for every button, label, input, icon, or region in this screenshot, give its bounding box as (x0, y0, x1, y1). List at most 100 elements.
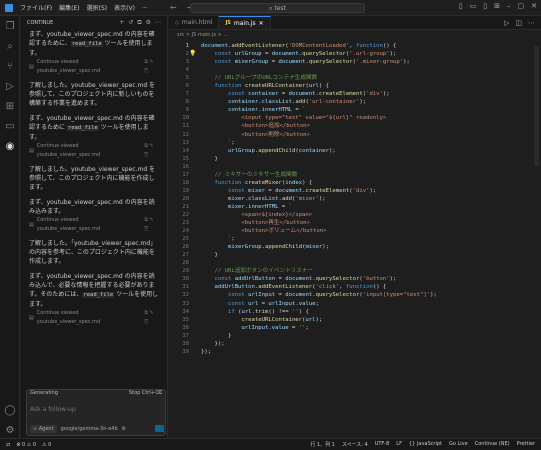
layout-sidebar-icon[interactable]: ▯ (483, 2, 487, 10)
menu-file[interactable]: ファイル(F) (20, 3, 52, 12)
stop-button[interactable]: Stop Ctrl+⌫ (129, 390, 162, 398)
code-line[interactable]: 23 <button>再生</button> (169, 219, 541, 227)
warnings-indicator[interactable]: ⚠ 0 (42, 442, 51, 448)
tab-main-js[interactable]: JS main.js ✕ (219, 16, 271, 29)
code-line[interactable]: 6 function createURLContainer(url) { (169, 82, 541, 90)
code-line[interactable]: 8 container.classList.add('url-container… (169, 98, 541, 106)
status-item[interactable]: LF (396, 441, 402, 448)
viewed-file-row[interactable]: ▤ Continue viewed youtube_viewer_spec.md ⧉… (29, 143, 159, 158)
agent-mode-chip[interactable]: ∞ Agent (30, 424, 57, 433)
code-line[interactable]: 32 const urlInput = document.querySelect… (169, 291, 541, 299)
remote-explorer-icon[interactable]: ▭ (0, 116, 20, 136)
code-line[interactable]: 2 💡 const urlGroup = document.querySelect… (169, 50, 541, 58)
code-line[interactable]: 11 <button>追加</button> (169, 122, 541, 130)
back-arrow-icon[interactable]: ← (170, 3, 177, 12)
layout-toggle-icon[interactable]: ▯ (459, 2, 463, 10)
remote-indicator[interactable]: ⇄ (6, 442, 10, 448)
code-line[interactable]: 36 urlInput.value = ''; (169, 324, 541, 332)
search-icon[interactable]: ⌕ (0, 36, 20, 56)
status-item[interactable]: Prettier (517, 441, 535, 448)
more-icon[interactable]: ⋯ (155, 19, 161, 27)
code-line[interactable]: 35 createURLContainer(url); (169, 316, 541, 324)
code-line[interactable]: 5 // URLグループのURLコンテナ生成関数 (169, 74, 541, 82)
code-line[interactable]: 14 urlGroup.appendChild(container); (169, 147, 541, 155)
layout-panel-icon[interactable]: ▭ (470, 2, 477, 10)
code-line[interactable]: 39}); (169, 348, 541, 356)
split-editor-icon[interactable]: ◫ (515, 19, 522, 27)
row-actions[interactable]: ⧉ ✎ ⎘ (144, 216, 159, 234)
code-editor[interactable]: 1 document.addEventListener('DOMContentLo… (169, 42, 541, 356)
status-item[interactable]: 行 1、列 1 (310, 441, 335, 448)
close-tab-icon[interactable]: ✕ (259, 20, 264, 27)
status-item[interactable]: {} JavaScript (409, 441, 442, 448)
command-center-search[interactable]: ⌕ test (190, 3, 365, 13)
code-line[interactable]: 27 } (169, 251, 541, 259)
code-line[interactable]: 38 }); (169, 340, 541, 348)
code-line[interactable]: 17 // ミキサーのミキサー生成関数 (169, 171, 541, 179)
continue-icon[interactable]: ◉ (0, 136, 20, 156)
open-in-editor-icon[interactable]: ⧉ (137, 19, 141, 27)
run-debug-icon[interactable]: ▷ (0, 76, 20, 96)
code-line[interactable]: 19 const mixer = document.createElement(… (169, 187, 541, 195)
minimize-icon[interactable]: – (507, 2, 511, 10)
settings-icon[interactable]: ⚙ (146, 19, 151, 27)
code-line[interactable]: 22 <span>${index}</span> (169, 211, 541, 219)
code-line[interactable]: 34 if (url.trim() !== '') { (169, 308, 541, 316)
code-line[interactable]: 37 } (169, 332, 541, 340)
model-selector[interactable]: google/gemma-3n-e4b (61, 426, 118, 432)
code-line[interactable]: 28 (169, 259, 541, 267)
code-line[interactable]: 9 container.innerHTML = ` (169, 106, 541, 114)
run-icon[interactable]: ▷ (504, 19, 509, 27)
follow-up-input[interactable]: Ask a follow-up (30, 406, 76, 413)
explorer-icon[interactable]: ❐ (0, 16, 20, 36)
code-line[interactable]: 29 // URL追加ボタンのイベントリスナー (169, 267, 541, 275)
code-line[interactable]: 31 addUrlButton.addEventListener('click'… (169, 283, 541, 291)
source-control-icon[interactable]: ⑂ (0, 56, 20, 76)
menu-edit[interactable]: 編集(E) (59, 3, 79, 12)
code-line[interactable]: 4 (169, 66, 541, 74)
code-line[interactable]: 30 const addUrlButton = document.querySe… (169, 275, 541, 283)
menu-more[interactable]: ... (142, 3, 148, 12)
row-actions[interactable]: ⧉ ✎ ⎘ (144, 309, 159, 327)
more-actions-icon[interactable]: ⋯ (528, 19, 535, 27)
viewed-file-row[interactable]: ▤ Continue viewed youtube_viewer_spec.md ⧉… (29, 310, 159, 325)
code-line[interactable]: 3 const mixerGroup = document.querySelec… (169, 58, 541, 66)
settings-gear-icon[interactable]: ⚙ (0, 420, 20, 440)
tools-icon[interactable]: ⚙ (122, 426, 126, 432)
viewed-file-row[interactable]: ▤ Continue viewed youtube_viewer_spec.md ⧉… (29, 59, 159, 74)
tab-main-html[interactable]: ◇ main.html (169, 16, 220, 29)
viewed-file-row[interactable]: ▤ Continue viewed youtube_viewer_spec.md ⧉… (29, 217, 159, 232)
new-session-icon[interactable]: + (119, 19, 124, 27)
maximize-icon[interactable]: ▢ (518, 2, 525, 10)
status-item[interactable]: Continue (NE) (475, 441, 510, 448)
code-line[interactable]: 10 <input type="text" value="${url}" rea… (169, 114, 541, 122)
status-item[interactable]: Go Live (449, 441, 468, 448)
row-actions[interactable]: ⧉ ✎ ⎘ (144, 58, 159, 76)
code-line[interactable]: 26 mixerGroup.appendChild(mixer); (169, 243, 541, 251)
status-item[interactable]: スペース: 4 (342, 441, 368, 448)
code-line[interactable]: 12 <button>削除</button> (169, 131, 541, 139)
problems-indicator[interactable]: ⊗ 0 ⚠ 0 (16, 442, 36, 448)
code-line[interactable]: 20 mixer.classList.add('mixer'); (169, 195, 541, 203)
code-line[interactable]: 24 <button>ボリューム</button> (169, 227, 541, 235)
extensions-icon[interactable]: ⊞ (0, 96, 20, 116)
breadcrumb[interactable]: src > JS main.js > ... (169, 30, 541, 40)
history-icon[interactable]: ↺ (128, 19, 133, 27)
menu-view[interactable]: 表示(V) (114, 3, 135, 12)
send-button[interactable] (155, 425, 164, 432)
code-line[interactable]: 16 (169, 163, 541, 171)
code-line[interactable]: 7 const container = document.createEleme… (169, 90, 541, 98)
code-line[interactable]: 1 document.addEventListener('DOMContentLo… (169, 42, 541, 50)
code-line[interactable]: 18 function createMixer(index) { (169, 179, 541, 187)
row-actions[interactable]: ⧉ ✎ ⎘ (144, 142, 159, 160)
code-line[interactable]: 21 mixer.innerHTML = ` (169, 203, 541, 211)
editor-scrollbar[interactable] (534, 46, 539, 166)
status-item[interactable]: UTF-8 (375, 441, 390, 448)
menu-selection[interactable]: 選択(S) (87, 3, 108, 12)
code-line[interactable]: 33 const url = urlInput.value; (169, 300, 541, 308)
lightbulb-icon[interactable]: 💡 (189, 50, 196, 57)
customize-layout-icon[interactable]: ⊞ (494, 2, 500, 10)
close-icon[interactable]: ✕ (531, 2, 537, 10)
code-line[interactable]: 15 } (169, 155, 541, 163)
code-line[interactable]: 13 `; (169, 139, 541, 147)
